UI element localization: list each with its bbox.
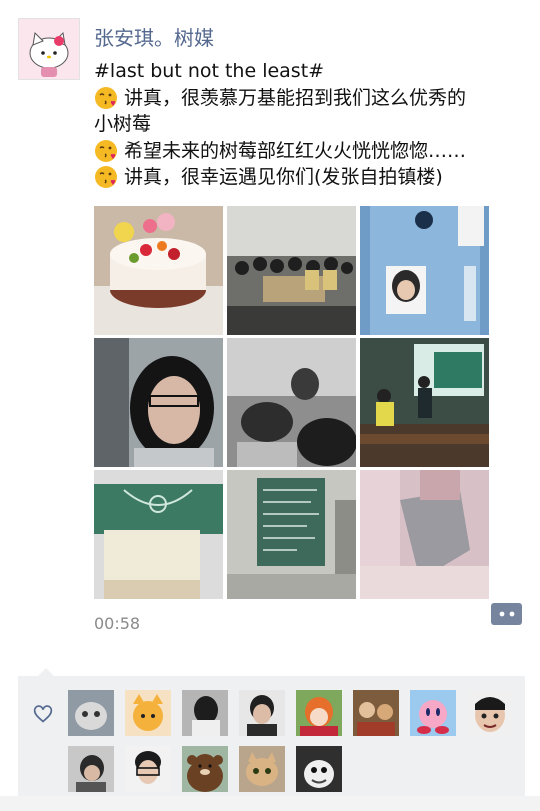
photo-pink-blur[interactable] (360, 470, 489, 599)
liker-avatar[interactable] (68, 690, 114, 736)
likes-panel-caret (38, 668, 54, 676)
bottom-input-bar (0, 796, 540, 811)
liker-avatar[interactable] (410, 690, 456, 736)
post-line-text: 讲真，很幸运遇见你们(发张自拍镇楼) (124, 166, 443, 188)
post-line-text: 希望未来的树莓部红红火火恍恍惚惚…… (124, 139, 467, 162)
kiss-emoji-icon (95, 139, 117, 162)
photo-classroom-bw[interactable] (227, 338, 356, 467)
liker-avatar[interactable] (467, 690, 513, 736)
photo-cake[interactable] (94, 206, 223, 335)
heart-icon (33, 705, 53, 723)
post-line-text: 小树莓 (94, 113, 152, 135)
photo-lecture[interactable] (360, 338, 489, 467)
post-line: 讲真，很羡慕万基能招到我们这么优秀的 (94, 85, 524, 112)
liker-avatar[interactable] (296, 746, 342, 792)
kiss-emoji-icon (95, 86, 117, 109)
liker-avatar[interactable] (182, 690, 228, 736)
post-time: 00:58 (94, 614, 141, 633)
author-avatar[interactable] (18, 18, 80, 80)
comment-button[interactable] (491, 603, 522, 625)
post-content: #last but not the least# 讲真，很羡慕万基能招到我们这么… (94, 58, 524, 191)
photo-grid (94, 206, 489, 599)
post-line-text: #last but not the least# (94, 60, 325, 82)
liker-avatar[interactable] (239, 690, 285, 736)
liker-avatar[interactable] (182, 746, 228, 792)
photo-blackboard-box[interactable] (94, 470, 223, 599)
liker-avatar[interactable] (239, 746, 285, 792)
comment-icon (499, 611, 514, 617)
liker-avatar[interactable] (125, 746, 171, 792)
photo-selfie[interactable] (94, 338, 223, 467)
photo-chalkboard-text[interactable] (227, 470, 356, 599)
post-line: 小树莓 (94, 111, 524, 138)
liker-avatar[interactable] (353, 690, 399, 736)
post-line-text: 讲真，很羡慕万基能招到我们这么优秀的 (124, 86, 467, 109)
kiss-emoji-icon (95, 166, 117, 189)
likes-panel (18, 668, 525, 802)
post-line: 讲真，很幸运遇见你们(发张自拍镇楼) (94, 164, 524, 191)
hello-kitty-avatar-icon (19, 19, 79, 79)
photo-student-card[interactable] (360, 206, 489, 335)
liker-avatar[interactable] (125, 690, 171, 736)
photo-group[interactable] (227, 206, 356, 335)
liker-avatar[interactable] (68, 746, 114, 792)
post-line-hashtag: #last but not the least# (94, 58, 524, 85)
post-line: 希望未来的树莓部红红火火恍恍惚惚…… (94, 138, 524, 165)
liker-avatar[interactable] (296, 690, 342, 736)
author-name[interactable]: 张安琪。树媒 (94, 22, 214, 51)
